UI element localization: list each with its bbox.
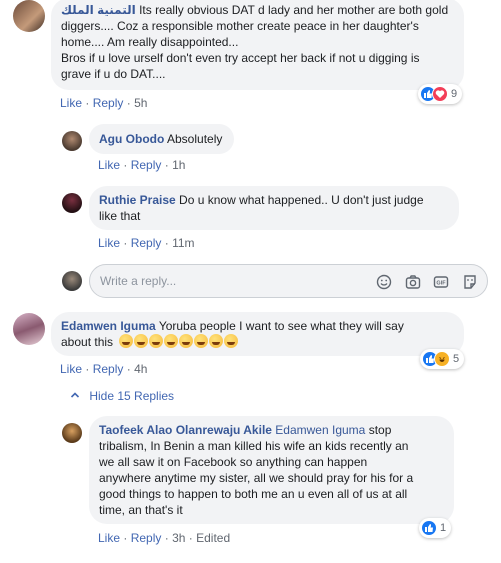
reaction-number: 9 <box>451 88 458 100</box>
timestamp[interactable]: 1h <box>172 158 185 172</box>
hide-replies-link[interactable]: Hide 15 Replies <box>70 389 174 403</box>
like-link[interactable]: Like <box>98 158 120 172</box>
timestamp[interactable]: 11m <box>172 236 194 250</box>
haha-reaction-icon <box>434 351 450 367</box>
comment-actions: Like · Reply · 3h · Edited <box>98 531 230 545</box>
mention-link[interactable]: Edamwen Iguma <box>275 423 365 437</box>
timestamp[interactable]: 4h <box>134 362 147 376</box>
separator: · <box>126 362 131 376</box>
comment-bubble: Edamwen Iguma Yoruba people I want to se… <box>51 312 464 356</box>
comment-author[interactable]: Ruthie Praise <box>99 193 176 207</box>
chevron-up-icon <box>70 389 80 403</box>
svg-text:GIF: GIF <box>436 281 446 287</box>
comment-text-line: stop <box>368 423 392 437</box>
like-link[interactable]: Like <box>60 362 82 376</box>
separator: · <box>164 158 169 172</box>
avatar[interactable] <box>62 193 82 213</box>
separator: · <box>126 96 131 110</box>
separator: · <box>123 236 128 250</box>
love-reaction-icon <box>432 86 448 102</box>
like-link[interactable]: Like <box>60 96 82 110</box>
laughing-emoji-icon <box>149 334 164 348</box>
reaction-number: 1 <box>440 522 447 534</box>
comment-text-line: Bros if u love urself don't even try acc… <box>61 51 420 65</box>
avatar[interactable] <box>13 0 45 32</box>
separator: · <box>188 531 193 545</box>
comment-actions: Like · Reply · 4h <box>60 362 147 376</box>
comment-author[interactable]: التمنية الملك <box>61 3 136 17</box>
comment-text: Absolutely <box>167 132 223 146</box>
laughing-emoji-icons <box>119 334 239 349</box>
comment-text-line: we all saw it on Facebook so anything ca… <box>99 455 368 469</box>
comment-text-line: Do u know what happened.. U don't just j… <box>179 193 424 207</box>
comment-actions: Like · Reply · 1h <box>98 158 185 172</box>
reply-input[interactable]: Write a reply... <box>100 274 176 288</box>
comment-text-line: time, an that's it <box>99 503 183 517</box>
avatar[interactable] <box>62 131 82 151</box>
current-user-avatar <box>62 271 82 291</box>
laughing-emoji-icon <box>119 334 134 348</box>
comment-text-line: anywhere anytime my sister, all we shoul… <box>99 471 414 485</box>
edited-label[interactable]: Edited <box>196 531 230 545</box>
comment-text-line: Yoruba people I want to see what they wi… <box>158 319 404 333</box>
reaction-number: 5 <box>453 353 460 365</box>
laughing-emoji-icon <box>164 334 179 348</box>
comment-author[interactable]: Taofeek Alao Olanrewaju Akile <box>99 423 272 437</box>
comment-bubble: التمنية الملك Its really obvious DAT d l… <box>51 0 464 90</box>
emoji-icon[interactable] <box>376 274 392 290</box>
separator: · <box>85 96 90 110</box>
comment-text-line: tribalism, In Benin a man killed his wif… <box>99 439 409 453</box>
reply-link[interactable]: Reply <box>131 531 162 545</box>
laughing-emoji-icon <box>209 334 224 348</box>
reaction-count[interactable]: 1 <box>419 518 452 538</box>
avatar[interactable] <box>13 313 45 345</box>
reply-link[interactable]: Reply <box>93 96 124 110</box>
reply-bubble: Taofeek Alao Olanrewaju Akile Edamwen Ig… <box>89 416 454 524</box>
separator: · <box>164 236 169 250</box>
laughing-emoji-icon <box>224 334 239 348</box>
separator: · <box>164 531 169 545</box>
comment-text-line: about this <box>61 335 114 349</box>
comment-actions: Like · Reply · 11m <box>98 236 195 250</box>
reply-link[interactable]: Reply <box>131 236 162 250</box>
reaction-count[interactable]: 5 <box>420 349 465 369</box>
separator: · <box>123 158 128 172</box>
comment-text-line: good things to happen to both me an u ev… <box>99 487 408 501</box>
comment-author[interactable]: Edamwen Iguma <box>61 319 156 333</box>
sticker-icon[interactable] <box>462 274 478 290</box>
separator: · <box>123 531 128 545</box>
timestamp[interactable]: 3h <box>172 531 185 545</box>
gif-icon[interactable]: GIF <box>433 274 449 290</box>
camera-icon[interactable] <box>405 274 421 290</box>
reaction-count[interactable]: 9 <box>418 84 463 104</box>
comment-author[interactable]: Agu Obodo <box>99 132 164 146</box>
reply-input-box[interactable]: Write a reply... GIF <box>89 264 488 298</box>
comment-text-line: like that <box>99 209 141 223</box>
laughing-emoji-icon <box>134 334 149 348</box>
reply-link[interactable]: Reply <box>131 158 162 172</box>
like-reaction-icon <box>421 520 437 536</box>
laughing-emoji-icon <box>194 334 209 348</box>
comment-text-line: home.... Am really disappointed... <box>61 35 239 49</box>
comment-text-line: diggers.... Coz a responsible mother cre… <box>61 19 419 33</box>
reply-bubble: Agu Obodo Absolutely <box>89 124 235 154</box>
like-link[interactable]: Like <box>98 236 120 250</box>
comment-text-line: grave if u do DAT.... <box>61 67 166 81</box>
like-link[interactable]: Like <box>98 531 120 545</box>
separator: · <box>85 362 90 376</box>
avatar[interactable] <box>62 423 82 443</box>
comment-text-line: Its really obvious DAT d lady and her mo… <box>139 3 449 17</box>
timestamp[interactable]: 5h <box>134 96 147 110</box>
reply-link[interactable]: Reply <box>93 362 124 376</box>
laughing-emoji-icon <box>179 334 194 348</box>
reply-bubble: Ruthie Praise Do u know what happened.. … <box>89 186 459 230</box>
hide-replies-label: Hide 15 Replies <box>89 389 175 403</box>
comment-actions: Like · Reply · 5h <box>60 96 147 110</box>
